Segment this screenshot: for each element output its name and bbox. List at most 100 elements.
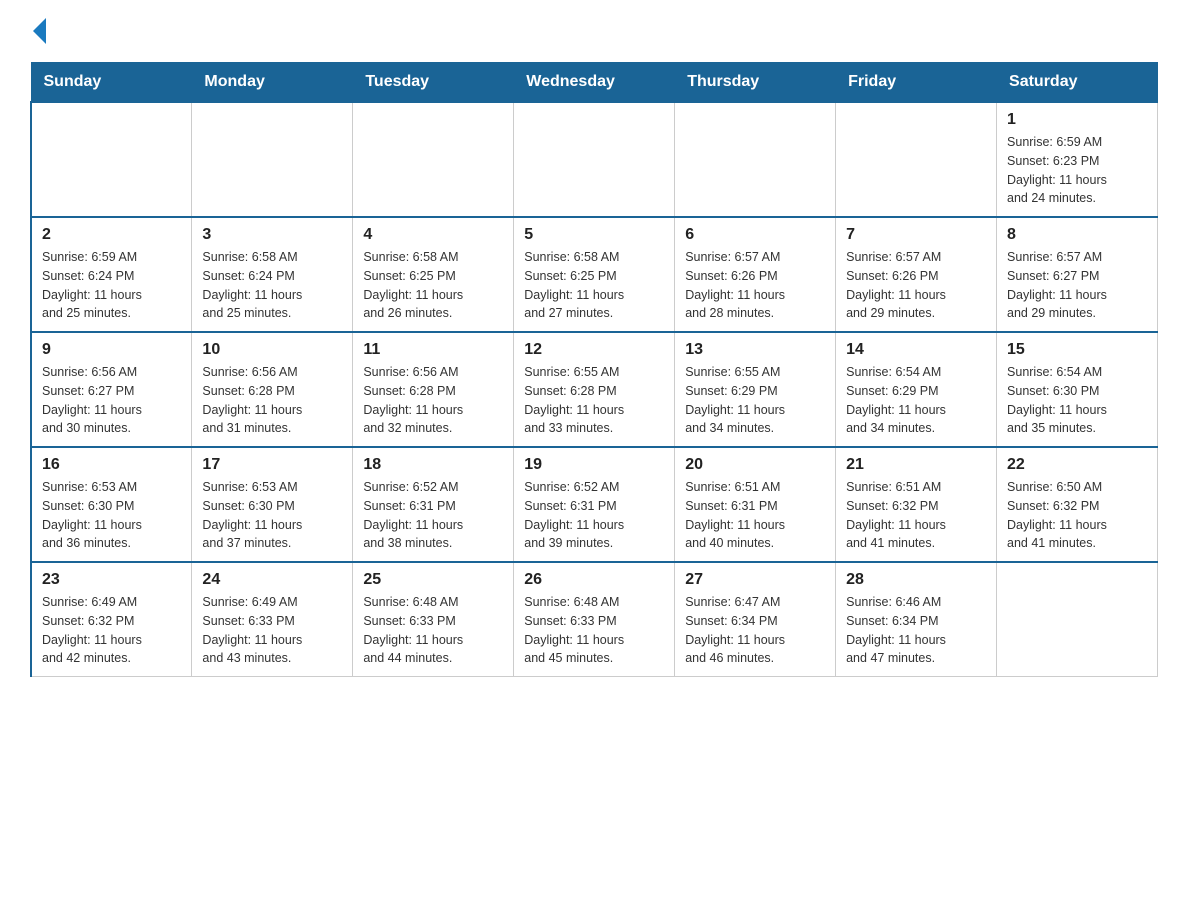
day-info: Sunrise: 6:57 AMSunset: 6:26 PMDaylight:… bbox=[685, 248, 825, 323]
calendar-cell: 15 Sunrise: 6:54 AMSunset: 6:30 PMDayligh… bbox=[997, 332, 1158, 447]
day-number: 1 bbox=[1007, 111, 1147, 129]
header-sunday: Sunday bbox=[31, 63, 192, 103]
day-info: Sunrise: 6:49 AMSunset: 6:33 PMDaylight:… bbox=[202, 593, 342, 668]
day-number: 19 bbox=[524, 456, 664, 474]
day-number: 8 bbox=[1007, 226, 1147, 244]
day-info: Sunrise: 6:49 AMSunset: 6:32 PMDaylight:… bbox=[42, 593, 181, 668]
header-friday: Friday bbox=[836, 63, 997, 103]
day-info: Sunrise: 6:52 AMSunset: 6:31 PMDaylight:… bbox=[363, 478, 503, 553]
calendar-cell: 12 Sunrise: 6:55 AMSunset: 6:28 PMDayligh… bbox=[514, 332, 675, 447]
calendar-cell: 20Sunrise: 6:51 AMSunset: 6:31 PMDayligh… bbox=[675, 447, 836, 562]
day-info: Sunrise: 6:57 AMSunset: 6:27 PMDaylight:… bbox=[1007, 248, 1147, 323]
day-number: 22 bbox=[1007, 456, 1147, 474]
day-info: Sunrise: 6:48 AMSunset: 6:33 PMDaylight:… bbox=[524, 593, 664, 668]
day-info: Sunrise: 6:51 AMSunset: 6:32 PMDaylight:… bbox=[846, 478, 986, 553]
day-info: Sunrise: 6:56 AMSunset: 6:27 PMDaylight:… bbox=[42, 363, 181, 438]
calendar-cell: 3 Sunrise: 6:58 AMSunset: 6:24 PMDaylight… bbox=[192, 217, 353, 332]
day-number: 15 bbox=[1007, 341, 1147, 359]
day-number: 9 bbox=[42, 341, 181, 359]
week-row-5: 23Sunrise: 6:49 AMSunset: 6:32 PMDayligh… bbox=[31, 562, 1158, 677]
calendar-cell: 27 Sunrise: 6:47 AMSunset: 6:34 PMDayligh… bbox=[675, 562, 836, 677]
day-number: 28 bbox=[846, 571, 986, 589]
calendar-cell: 6 Sunrise: 6:57 AMSunset: 6:26 PMDaylight… bbox=[675, 217, 836, 332]
calendar-cell: 2Sunrise: 6:59 AMSunset: 6:24 PMDaylight… bbox=[31, 217, 192, 332]
calendar-cell: 23Sunrise: 6:49 AMSunset: 6:32 PMDayligh… bbox=[31, 562, 192, 677]
calendar-cell: 22 Sunrise: 6:50 AMSunset: 6:32 PMDayligh… bbox=[997, 447, 1158, 562]
day-info: Sunrise: 6:50 AMSunset: 6:32 PMDaylight:… bbox=[1007, 478, 1147, 553]
day-info: Sunrise: 6:59 AMSunset: 6:23 PMDaylight:… bbox=[1007, 133, 1147, 208]
day-number: 10 bbox=[202, 341, 342, 359]
day-info: Sunrise: 6:56 AMSunset: 6:28 PMDaylight:… bbox=[363, 363, 503, 438]
calendar-cell bbox=[353, 102, 514, 217]
day-number: 27 bbox=[685, 571, 825, 589]
calendar-cell: 19 Sunrise: 6:52 AMSunset: 6:31 PMDayligh… bbox=[514, 447, 675, 562]
days-of-week-row: Sunday Monday Tuesday Wednesday Thursday… bbox=[31, 63, 1158, 103]
header-thursday: Thursday bbox=[675, 63, 836, 103]
day-number: 18 bbox=[363, 456, 503, 474]
day-info: Sunrise: 6:52 AMSunset: 6:31 PMDaylight:… bbox=[524, 478, 664, 553]
week-row-1: 1 Sunrise: 6:59 AMSunset: 6:23 PMDaylight… bbox=[31, 102, 1158, 217]
day-number: 4 bbox=[363, 226, 503, 244]
day-info: Sunrise: 6:54 AMSunset: 6:30 PMDaylight:… bbox=[1007, 363, 1147, 438]
day-number: 24 bbox=[202, 571, 342, 589]
day-number: 3 bbox=[202, 226, 342, 244]
calendar-cell: 25 Sunrise: 6:48 AMSunset: 6:33 PMDayligh… bbox=[353, 562, 514, 677]
calendar-cell bbox=[675, 102, 836, 217]
day-info: Sunrise: 6:55 AMSunset: 6:28 PMDaylight:… bbox=[524, 363, 664, 438]
calendar-cell bbox=[836, 102, 997, 217]
day-info: Sunrise: 6:55 AMSunset: 6:29 PMDaylight:… bbox=[685, 363, 825, 438]
header-tuesday: Tuesday bbox=[353, 63, 514, 103]
day-number: 26 bbox=[524, 571, 664, 589]
calendar-cell: 17 Sunrise: 6:53 AMSunset: 6:30 PMDayligh… bbox=[192, 447, 353, 562]
day-number: 12 bbox=[524, 341, 664, 359]
day-number: 25 bbox=[363, 571, 503, 589]
calendar-cell: 5Sunrise: 6:58 AMSunset: 6:25 PMDaylight… bbox=[514, 217, 675, 332]
day-number: 13 bbox=[685, 341, 825, 359]
calendar-cell: 24 Sunrise: 6:49 AMSunset: 6:33 PMDayligh… bbox=[192, 562, 353, 677]
week-row-3: 9 Sunrise: 6:56 AMSunset: 6:27 PMDaylight… bbox=[31, 332, 1158, 447]
day-info: Sunrise: 6:54 AMSunset: 6:29 PMDaylight:… bbox=[846, 363, 986, 438]
calendar-cell bbox=[997, 562, 1158, 677]
calendar-cell: 1 Sunrise: 6:59 AMSunset: 6:23 PMDaylight… bbox=[997, 102, 1158, 217]
day-info: Sunrise: 6:47 AMSunset: 6:34 PMDaylight:… bbox=[685, 593, 825, 668]
day-info: Sunrise: 6:56 AMSunset: 6:28 PMDaylight:… bbox=[202, 363, 342, 438]
calendar-cell: 14 Sunrise: 6:54 AMSunset: 6:29 PMDayligh… bbox=[836, 332, 997, 447]
day-number: 2 bbox=[42, 226, 181, 244]
day-info: Sunrise: 6:53 AMSunset: 6:30 PMDaylight:… bbox=[202, 478, 342, 553]
page-header bbox=[30, 20, 1158, 42]
day-info: Sunrise: 6:57 AMSunset: 6:26 PMDaylight:… bbox=[846, 248, 986, 323]
calendar-cell: 11 Sunrise: 6:56 AMSunset: 6:28 PMDayligh… bbox=[353, 332, 514, 447]
day-number: 7 bbox=[846, 226, 986, 244]
calendar-cell: 9 Sunrise: 6:56 AMSunset: 6:27 PMDaylight… bbox=[31, 332, 192, 447]
calendar-cell: 18 Sunrise: 6:52 AMSunset: 6:31 PMDayligh… bbox=[353, 447, 514, 562]
week-row-2: 2Sunrise: 6:59 AMSunset: 6:24 PMDaylight… bbox=[31, 217, 1158, 332]
header-saturday: Saturday bbox=[997, 63, 1158, 103]
day-number: 14 bbox=[846, 341, 986, 359]
calendar-body: 1 Sunrise: 6:59 AMSunset: 6:23 PMDaylight… bbox=[31, 102, 1158, 677]
calendar-cell: 28 Sunrise: 6:46 AMSunset: 6:34 PMDayligh… bbox=[836, 562, 997, 677]
header-monday: Monday bbox=[192, 63, 353, 103]
day-info: Sunrise: 6:58 AMSunset: 6:25 PMDaylight:… bbox=[524, 248, 664, 323]
day-info: Sunrise: 6:46 AMSunset: 6:34 PMDaylight:… bbox=[846, 593, 986, 668]
day-number: 16 bbox=[42, 456, 181, 474]
day-info: Sunrise: 6:53 AMSunset: 6:30 PMDaylight:… bbox=[42, 478, 181, 553]
day-info: Sunrise: 6:58 AMSunset: 6:24 PMDaylight:… bbox=[202, 248, 342, 323]
day-number: 6 bbox=[685, 226, 825, 244]
logo bbox=[30, 20, 46, 42]
day-info: Sunrise: 6:58 AMSunset: 6:25 PMDaylight:… bbox=[363, 248, 503, 323]
calendar-cell bbox=[192, 102, 353, 217]
day-number: 11 bbox=[363, 341, 503, 359]
day-info: Sunrise: 6:48 AMSunset: 6:33 PMDaylight:… bbox=[363, 593, 503, 668]
calendar-cell: 8 Sunrise: 6:57 AMSunset: 6:27 PMDaylight… bbox=[997, 217, 1158, 332]
week-row-4: 16 Sunrise: 6:53 AMSunset: 6:30 PMDayligh… bbox=[31, 447, 1158, 562]
calendar-cell: 10 Sunrise: 6:56 AMSunset: 6:28 PMDayligh… bbox=[192, 332, 353, 447]
calendar-cell bbox=[31, 102, 192, 217]
calendar-cell: 26 Sunrise: 6:48 AMSunset: 6:33 PMDayligh… bbox=[514, 562, 675, 677]
calendar-cell: 21 Sunrise: 6:51 AMSunset: 6:32 PMDayligh… bbox=[836, 447, 997, 562]
day-number: 17 bbox=[202, 456, 342, 474]
calendar-cell: 7 Sunrise: 6:57 AMSunset: 6:26 PMDaylight… bbox=[836, 217, 997, 332]
header-wednesday: Wednesday bbox=[514, 63, 675, 103]
day-info: Sunrise: 6:51 AMSunset: 6:31 PMDaylight:… bbox=[685, 478, 825, 553]
day-number: 21 bbox=[846, 456, 986, 474]
calendar-cell: 13 Sunrise: 6:55 AMSunset: 6:29 PMDayligh… bbox=[675, 332, 836, 447]
